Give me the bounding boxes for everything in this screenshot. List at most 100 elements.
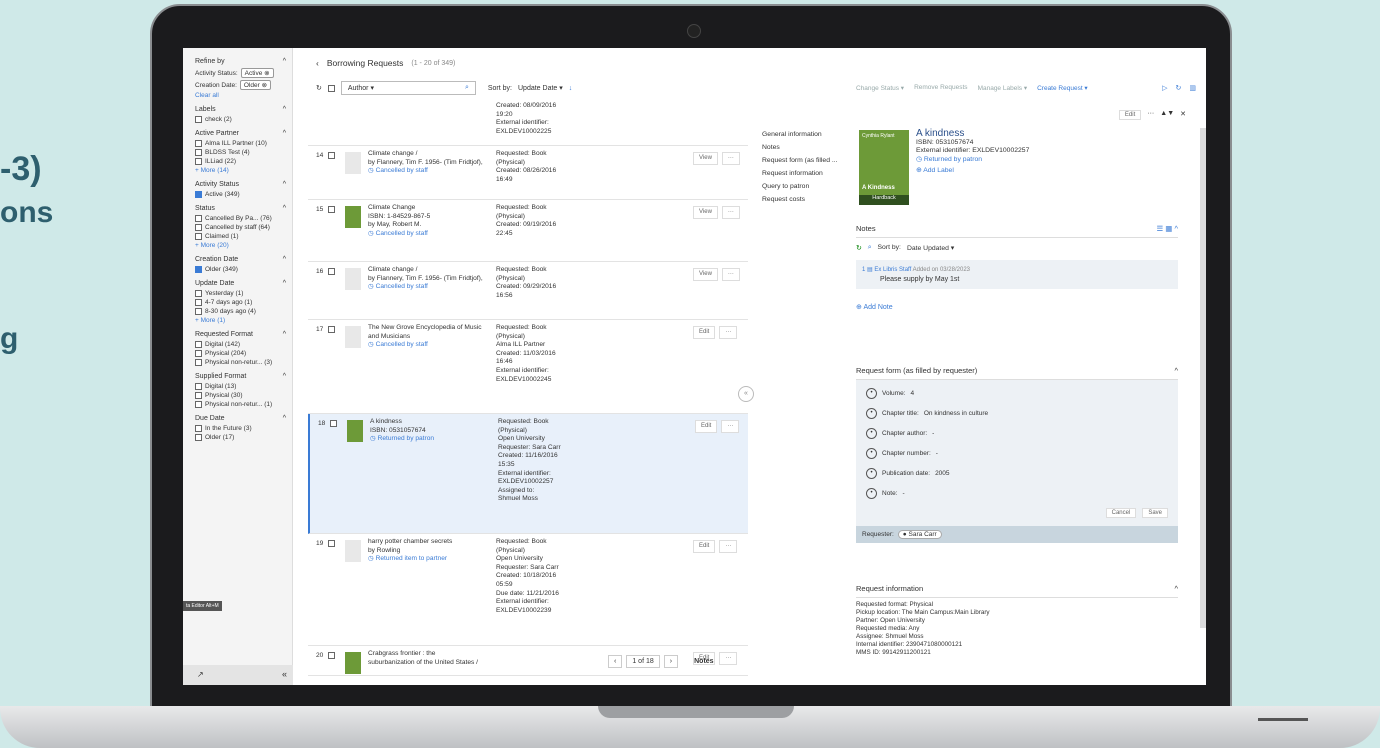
collapse-icon[interactable]: «	[282, 669, 287, 679]
row-more-button[interactable]: ···	[719, 652, 738, 665]
save-button[interactable]: Save	[1142, 508, 1168, 518]
table-row[interactable]: 18 A kindness ISBN: 0531057674 ◷ Returned b…	[308, 414, 748, 534]
table-row[interactable]: 16 Climate change / by Flannery, Tim F. 19…	[308, 262, 748, 320]
row-more-button[interactable]: ···	[721, 152, 740, 165]
facet-item[interactable]: 8-30 days ago (4)	[195, 308, 286, 315]
facet-group-header[interactable]: Activity Status ^	[195, 181, 286, 188]
facet-checkbox[interactable]	[195, 383, 202, 390]
facet-group-header[interactable]: Requested Format ^	[195, 331, 286, 338]
row-action-button[interactable]: Edit	[693, 540, 716, 553]
row-checkbox[interactable]	[328, 652, 335, 659]
facet-group-header[interactable]: Creation Date ^	[195, 256, 286, 263]
chevron-up-icon[interactable]: ^	[283, 280, 286, 287]
remove-requests-button[interactable]: Remove Requests	[914, 84, 967, 92]
facet-checkbox[interactable]	[195, 224, 202, 231]
select-all-checkbox[interactable]	[327, 84, 335, 92]
create-request-button[interactable]: Create Request ▾	[1037, 84, 1088, 92]
table-row[interactable]: 17 The New Grove Encyclopedia of Music and…	[308, 320, 748, 414]
add-note-button[interactable]: ⊕ Add Note	[856, 303, 1178, 311]
navigate-icon[interactable]: ▲▼	[1160, 110, 1174, 120]
row-checkbox[interactable]	[328, 540, 335, 547]
detail-scrollbar[interactable]	[1200, 128, 1206, 628]
back-icon[interactable]: ‹	[316, 58, 319, 68]
detail-nav-item[interactable]: Notes	[762, 141, 851, 154]
close-icon[interactable]: ✕	[1180, 110, 1186, 120]
facet-checkbox[interactable]	[195, 191, 202, 198]
facet-collapse-bar[interactable]: ↗ «	[183, 665, 293, 685]
chevron-up-icon[interactable]: ^	[283, 205, 286, 212]
facet-checkbox[interactable]	[195, 341, 202, 348]
change-status-button[interactable]: Change Status ▾	[856, 84, 904, 92]
notes-link[interactable]: Notes	[694, 658, 713, 665]
facet-item[interactable]: BLDSS Test (4)	[195, 149, 286, 156]
row-checkbox[interactable]	[328, 152, 335, 159]
facet-group-header[interactable]: Supplied Format ^	[195, 373, 286, 380]
export-icon[interactable]: ▷	[1162, 84, 1167, 92]
expand-icon[interactable]: ↗	[197, 670, 204, 679]
facet-more-link[interactable]: + More (20)	[195, 242, 286, 249]
facet-checkbox[interactable]	[195, 149, 202, 156]
row-action-button[interactable]: View	[693, 268, 718, 281]
chevron-up-icon[interactable]: ^	[283, 58, 286, 65]
row-more-button[interactable]: ···	[719, 326, 738, 339]
facet-checkbox[interactable]	[195, 215, 202, 222]
facet-checkbox[interactable]	[195, 299, 202, 306]
facet-item[interactable]: ILLiad (22)	[195, 158, 286, 165]
chevron-up-icon[interactable]: ^	[283, 331, 286, 338]
row-checkbox[interactable]	[328, 326, 335, 333]
facet-item[interactable]: In the Future (3)	[195, 425, 286, 432]
facet-group-header[interactable]: Due Date ^	[195, 415, 286, 422]
facet-checkbox[interactable]	[195, 233, 202, 240]
facet-item[interactable]: Active (349)	[195, 191, 286, 198]
facet-item[interactable]: check (2)	[195, 116, 286, 123]
row-more-button[interactable]: ···	[721, 268, 740, 281]
facet-item[interactable]: Cancelled by staff (64)	[195, 224, 286, 231]
clear-all-link[interactable]: Clear all	[195, 92, 286, 99]
chevron-up-icon[interactable]: ^	[283, 106, 286, 113]
table-row[interactable]: 14 Climate change / by Flannery, Tim F. 19…	[308, 146, 748, 200]
detail-nav-item[interactable]: Request information	[762, 167, 851, 180]
chevron-up-icon[interactable]: ^	[283, 130, 286, 137]
row-checkbox[interactable]	[328, 206, 335, 213]
facet-checkbox[interactable]	[195, 392, 202, 399]
facet-checkbox[interactable]	[195, 290, 202, 297]
cancel-button[interactable]: Cancel	[1105, 508, 1137, 518]
facet-item[interactable]: Claimed (1)	[195, 233, 286, 240]
sort-dropdown[interactable]: Update Date ▾	[518, 84, 563, 92]
row-more-button[interactable]: ···	[721, 206, 740, 219]
facet-checkbox[interactable]	[195, 359, 202, 366]
table-row[interactable]: 19 harry potter chamber secrets by Rowling…	[308, 534, 748, 646]
detail-nav-item[interactable]: Query to patron	[762, 180, 851, 193]
row-action-button[interactable]: View	[693, 152, 718, 165]
chevron-up-icon[interactable]: ^	[283, 181, 286, 188]
facet-checkbox[interactable]	[195, 425, 202, 432]
chevron-up-icon[interactable]: ^	[1174, 366, 1178, 375]
columns-icon[interactable]: ▥	[1189, 84, 1196, 92]
sort-direction-icon[interactable]: ↓	[569, 85, 573, 92]
facet-item[interactable]: Physical non-retur... (1)	[195, 401, 286, 408]
facet-checkbox[interactable]	[195, 116, 202, 123]
add-label-link[interactable]: ⊕ Add Label	[916, 167, 1029, 176]
chevron-up-icon[interactable]: ^	[1174, 584, 1178, 593]
facet-checkbox[interactable]	[195, 350, 202, 357]
row-checkbox[interactable]	[330, 420, 337, 427]
table-row[interactable]: 15 Climate Change ISBN: 1-84529-867-5 by Ma…	[308, 200, 748, 262]
list-view-icon[interactable]: ☰ ▦ ^	[1157, 224, 1179, 233]
facet-item[interactable]: Physical non-retur... (3)	[195, 359, 286, 366]
pager-prev[interactable]: ‹	[608, 655, 623, 668]
row-more-button[interactable]: ···	[721, 420, 740, 433]
facet-item[interactable]: Alma ILL Partner (10)	[195, 140, 286, 147]
refresh-icon[interactable]: ↻	[316, 84, 322, 92]
facet-checkbox[interactable]	[195, 308, 202, 315]
refresh-icon[interactable]: ↻	[1176, 84, 1182, 92]
row-more-button[interactable]: ···	[719, 540, 738, 553]
requester-chip[interactable]: ● Sara Carr	[897, 530, 942, 539]
facet-more-link[interactable]: + More (1)	[195, 317, 286, 324]
detail-nav-item[interactable]: Request costs	[762, 193, 851, 206]
facet-item[interactable]: Digital (13)	[195, 383, 286, 390]
chevron-up-icon[interactable]: ^	[283, 415, 286, 422]
facet-checkbox[interactable]	[195, 434, 202, 441]
facet-group-header[interactable]: Status ^	[195, 205, 286, 212]
facet-item[interactable]: 4-7 days ago (1)	[195, 299, 286, 306]
row-checkbox[interactable]	[328, 268, 335, 275]
